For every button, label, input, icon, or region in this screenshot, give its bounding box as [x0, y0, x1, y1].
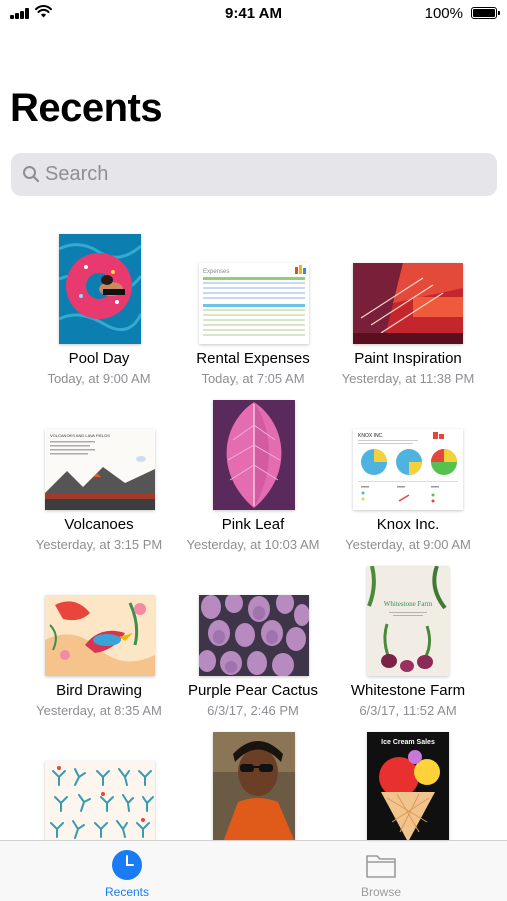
document-name: Whitestone Farm [350, 682, 466, 699]
document-knox-inc[interactable]: KNOX INC. Knox Inc. Yesterday, at 9:00 A… [324, 399, 492, 565]
document-date: Yesterday, at 3:15 PM [35, 537, 163, 552]
status-bar: 9:41 AM 100% [0, 0, 507, 28]
document-name: Volcanoes [64, 516, 134, 533]
document-rental-expenses[interactable]: Expenses Rental Expenses Today, at 7:05 … [169, 233, 337, 399]
page-title: Recents [10, 86, 163, 130]
document-pool-day[interactable]: Pool Day Today, at 9:00 AM [15, 233, 183, 399]
document-name: Pool Day [68, 350, 130, 367]
document-thumbnail [199, 595, 309, 676]
document-date: Yesterday, at 9:00 AM [345, 537, 471, 552]
document-date: Yesterday, at 11:38 PM [341, 371, 475, 386]
thumb-title: VOLCANOES AND LAVA FIELDS [50, 433, 110, 438]
document-thumbnail [59, 234, 141, 344]
document-bird-drawing[interactable]: Bird Drawing Yesterday, at 8:35 AM [15, 565, 183, 731]
document-volcanoes[interactable]: VOLCANOES AND LAVA FIELDS Volcanoes Yest… [15, 399, 183, 565]
document-date: 6/3/17, 11:52 AM [359, 703, 457, 718]
document-date: Today, at 7:05 AM [201, 371, 305, 386]
thumb-title: KNOX INC. [358, 433, 384, 439]
document-paint-inspiration[interactable]: Paint Inspiration Yesterday, at 11:38 PM [324, 233, 492, 399]
document-thumbnail: Ice Cream Sales [367, 732, 449, 842]
document-thumbnail [213, 400, 295, 510]
thumb-title: Ice Cream Sales [381, 739, 435, 746]
document-thumbnail [213, 732, 295, 842]
search-icon [23, 166, 40, 183]
document-thumbnail [45, 761, 155, 842]
document-thumbnail: Whitestone Farm [367, 566, 449, 676]
document-date: Yesterday, at 10:03 AM [186, 537, 320, 552]
thumb-title: Expenses [203, 269, 229, 275]
clock-icon [112, 850, 142, 880]
tab-recents-label: Recents [104, 885, 150, 899]
document-pink-leaf[interactable]: Pink Leaf Yesterday, at 10:03 AM [169, 399, 337, 565]
tab-browse[interactable]: Browse [321, 841, 441, 901]
tab-recents[interactable]: Recents [67, 841, 187, 901]
document-name: Knox Inc. [376, 516, 440, 533]
document-thumbnail: Expenses [199, 263, 309, 344]
thumb-title: Whitestone Farm [384, 600, 433, 608]
document-purple-pear-cactus[interactable]: Purple Pear Cactus 6/3/17, 2:46 PM [169, 565, 337, 731]
document-name: Pink Leaf [221, 516, 285, 533]
battery-percent: 100% [424, 5, 463, 22]
document-date: 6/3/17, 2:46 PM [207, 703, 299, 718]
document-name: Bird Drawing [56, 682, 142, 699]
battery-icon [471, 7, 500, 19]
tab-browse-label: Browse [360, 885, 401, 899]
document-thumbnail: VOLCANOES AND LAVA FIELDS [45, 429, 155, 510]
document-date: Today, at 9:00 AM [47, 371, 151, 386]
document-name: Rental Expenses [196, 350, 310, 367]
document-thumbnail [45, 595, 155, 676]
document-name: Paint Inspiration [354, 350, 462, 367]
document-thumbnail: KNOX INC. [353, 429, 463, 510]
document-thumbnail [353, 263, 463, 344]
tab-bar: Recents Browse [0, 840, 507, 901]
document-whitestone-farm[interactable]: Whitestone Farm Whitestone Farm 6/3/17, … [324, 565, 492, 731]
folder-icon [366, 855, 396, 878]
document-name: Purple Pear Cactus [187, 682, 319, 699]
search-bar[interactable] [11, 153, 497, 196]
search-input[interactable] [45, 153, 485, 196]
document-date: Yesterday, at 8:35 AM [36, 703, 162, 718]
